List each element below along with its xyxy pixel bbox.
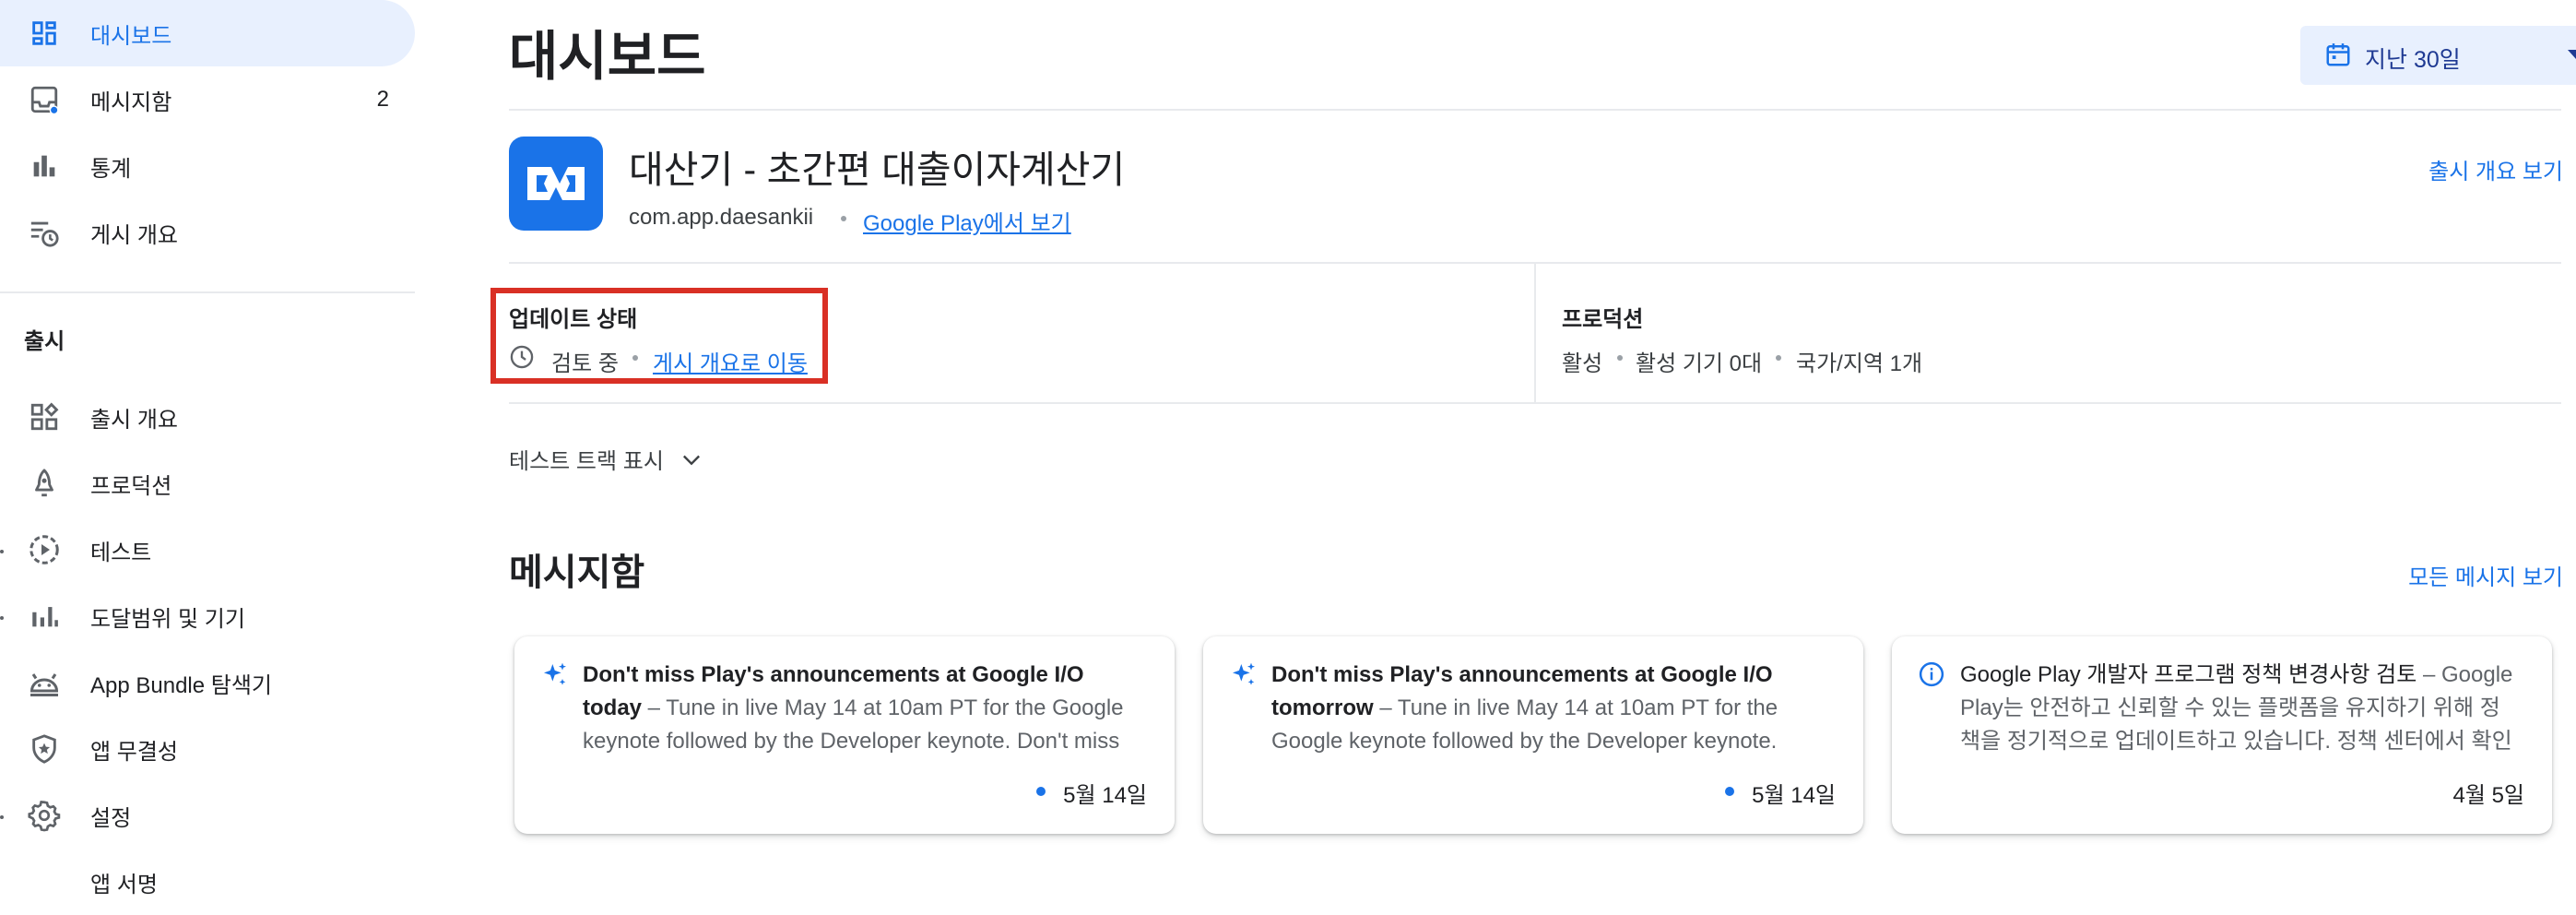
sidebar-item-dashboard[interactable]: 대시보드: [0, 0, 415, 66]
message-text: Google Play 개발자 프로그램 정책 변경사항 검토 – Google…: [1960, 659, 2513, 758]
info-icon: [1918, 660, 1947, 690]
inbox-icon: [26, 81, 63, 118]
view-on-google-play-link[interactable]: Google Play에서 보기: [863, 205, 1071, 237]
gear-icon: [26, 797, 63, 834]
app-logo: [509, 137, 603, 231]
dashboard-icon: [26, 15, 63, 52]
sidebar-item-production[interactable]: 프로덕션: [0, 450, 415, 517]
main-content: 대시보드 지난 30일 대산기 - 초간편 대출이자계산기 com.app.da…: [490, 0, 2576, 897]
sidebar-item-inbox[interactable]: 메시지함 2: [0, 66, 415, 133]
message-body: – Tune in live May 14 at 10am PT for the…: [583, 695, 1124, 754]
sidebar-item-label: 통계: [90, 156, 132, 182]
sidebar-item-app-bundle-explorer[interactable]: App Bundle 탐색기: [0, 649, 415, 716]
show-test-tracks-toggle[interactable]: 테스트 트랙 표시: [509, 441, 712, 478]
sidebar-divider: [0, 291, 415, 293]
separator-dot: [1617, 355, 1623, 361]
active-devices-count: 활성 기기 0대: [1636, 351, 1763, 376]
sidebar-item-publishing-overview[interactable]: 게시 개요: [0, 199, 415, 266]
sidebar-item-app-signing[interactable]: 앱 서명: [0, 849, 415, 915]
highlight-box: [490, 288, 828, 384]
calendar-icon: [2324, 41, 2352, 73]
inbox-section-title: 메시지함: [509, 553, 645, 593]
rocket-icon: [26, 465, 63, 502]
sidebar-item-label: 도달범위 및 기기: [90, 606, 245, 632]
sidebar-item-release-overview[interactable]: 출시 개요: [0, 384, 415, 450]
show-test-tracks-label: 테스트 트랙 표시: [509, 449, 664, 474]
column-divider: [1534, 262, 1536, 402]
countries-count: 국가/지역 1개: [1796, 351, 1923, 376]
chevron-down-icon: [679, 446, 704, 477]
reach-chart-icon: [26, 598, 63, 635]
view-all-messages-link[interactable]: 모든 메시지 보기: [2408, 559, 2563, 591]
sidebar-item-label: 테스트: [90, 540, 152, 565]
sidebar-item-label: 설정: [90, 805, 132, 831]
sparkle-icon: [1229, 660, 1258, 690]
sidebar-item-label: 대시보드: [90, 23, 172, 49]
production-label: 프로덕션: [1562, 307, 1644, 332]
sidebar-item-test[interactable]: 테스트: [0, 517, 415, 583]
separator-dot: [1776, 355, 1781, 361]
sidebar-item-statistics[interactable]: 통계: [0, 133, 415, 199]
section-divider: [509, 402, 2561, 404]
message-date: 5월 14일: [1063, 783, 1147, 808]
android-icon: [26, 664, 63, 701]
release-overview-icon: [26, 398, 63, 435]
page-title: 대시보드: [509, 27, 706, 87]
release-section-heading: 출시: [24, 329, 65, 354]
separator-dot: [841, 216, 846, 221]
message-title: Google Play 개발자 프로그램 정책 변경사항 검토: [1960, 662, 2417, 687]
production-status: 활성: [1562, 351, 1603, 376]
sidebar-item-reach-devices[interactable]: 도달범위 및 기기: [0, 583, 415, 649]
sidebar-item-label: 앱 서명: [90, 872, 158, 897]
sidebar-item-settings[interactable]: 설정: [0, 782, 415, 849]
schedule-list-icon: [26, 214, 63, 251]
sidebar-item-label: 앱 무결성: [90, 739, 178, 765]
sidebar-item-label: 프로덕션: [90, 473, 172, 499]
unread-dot: [1036, 787, 1046, 796]
unread-count-badge: 2: [376, 87, 389, 112]
header-divider: [509, 109, 2561, 111]
message-card[interactable]: Google Play 개발자 프로그램 정책 변경사항 검토 – Google…: [1892, 636, 2552, 834]
date-range-select[interactable]: 지난 30일: [2300, 26, 2576, 85]
sidebar-item-label: 게시 개요: [90, 222, 178, 248]
sidebar-item-label: App Bundle 탐색기: [90, 672, 273, 698]
sidebar-item-label: 메시지함: [90, 89, 172, 115]
message-text: Don't miss Play's announcements at Googl…: [1271, 659, 1825, 758]
bar-chart-icon: [26, 148, 63, 184]
app-package-name: com.app.daesankii: [629, 205, 814, 230]
sidebar-item-app-integrity[interactable]: 앱 무결성: [0, 716, 415, 782]
sparkle-icon: [540, 660, 570, 690]
message-card[interactable]: Don't miss Play's announcements at Googl…: [1203, 636, 1863, 834]
unread-dot: [1725, 787, 1734, 796]
view-release-overview-link[interactable]: 출시 개요 보기: [2428, 153, 2563, 185]
app-name: 대산기 - 초간편 대출이자계산기: [629, 149, 1126, 191]
message-card[interactable]: Don't miss Play's announcements at Googl…: [514, 636, 1175, 834]
message-date: 5월 14일: [1752, 783, 1836, 808]
sidebar: 대시보드 메시지함 2 통계 게시 개요 출시 출시 개요 프로덕션 테스트 도…: [0, 0, 433, 897]
message-text: Don't miss Play's announcements at Googl…: [583, 659, 1136, 758]
shield-star-icon: [26, 731, 63, 767]
message-date: 4월 5일: [2452, 783, 2524, 808]
test-play-icon: [26, 531, 63, 568]
date-range-value: 지난 30일: [2365, 47, 2461, 73]
dropdown-arrow-icon: [2568, 50, 2576, 59]
sidebar-item-label: 출시 개요: [90, 407, 178, 433]
